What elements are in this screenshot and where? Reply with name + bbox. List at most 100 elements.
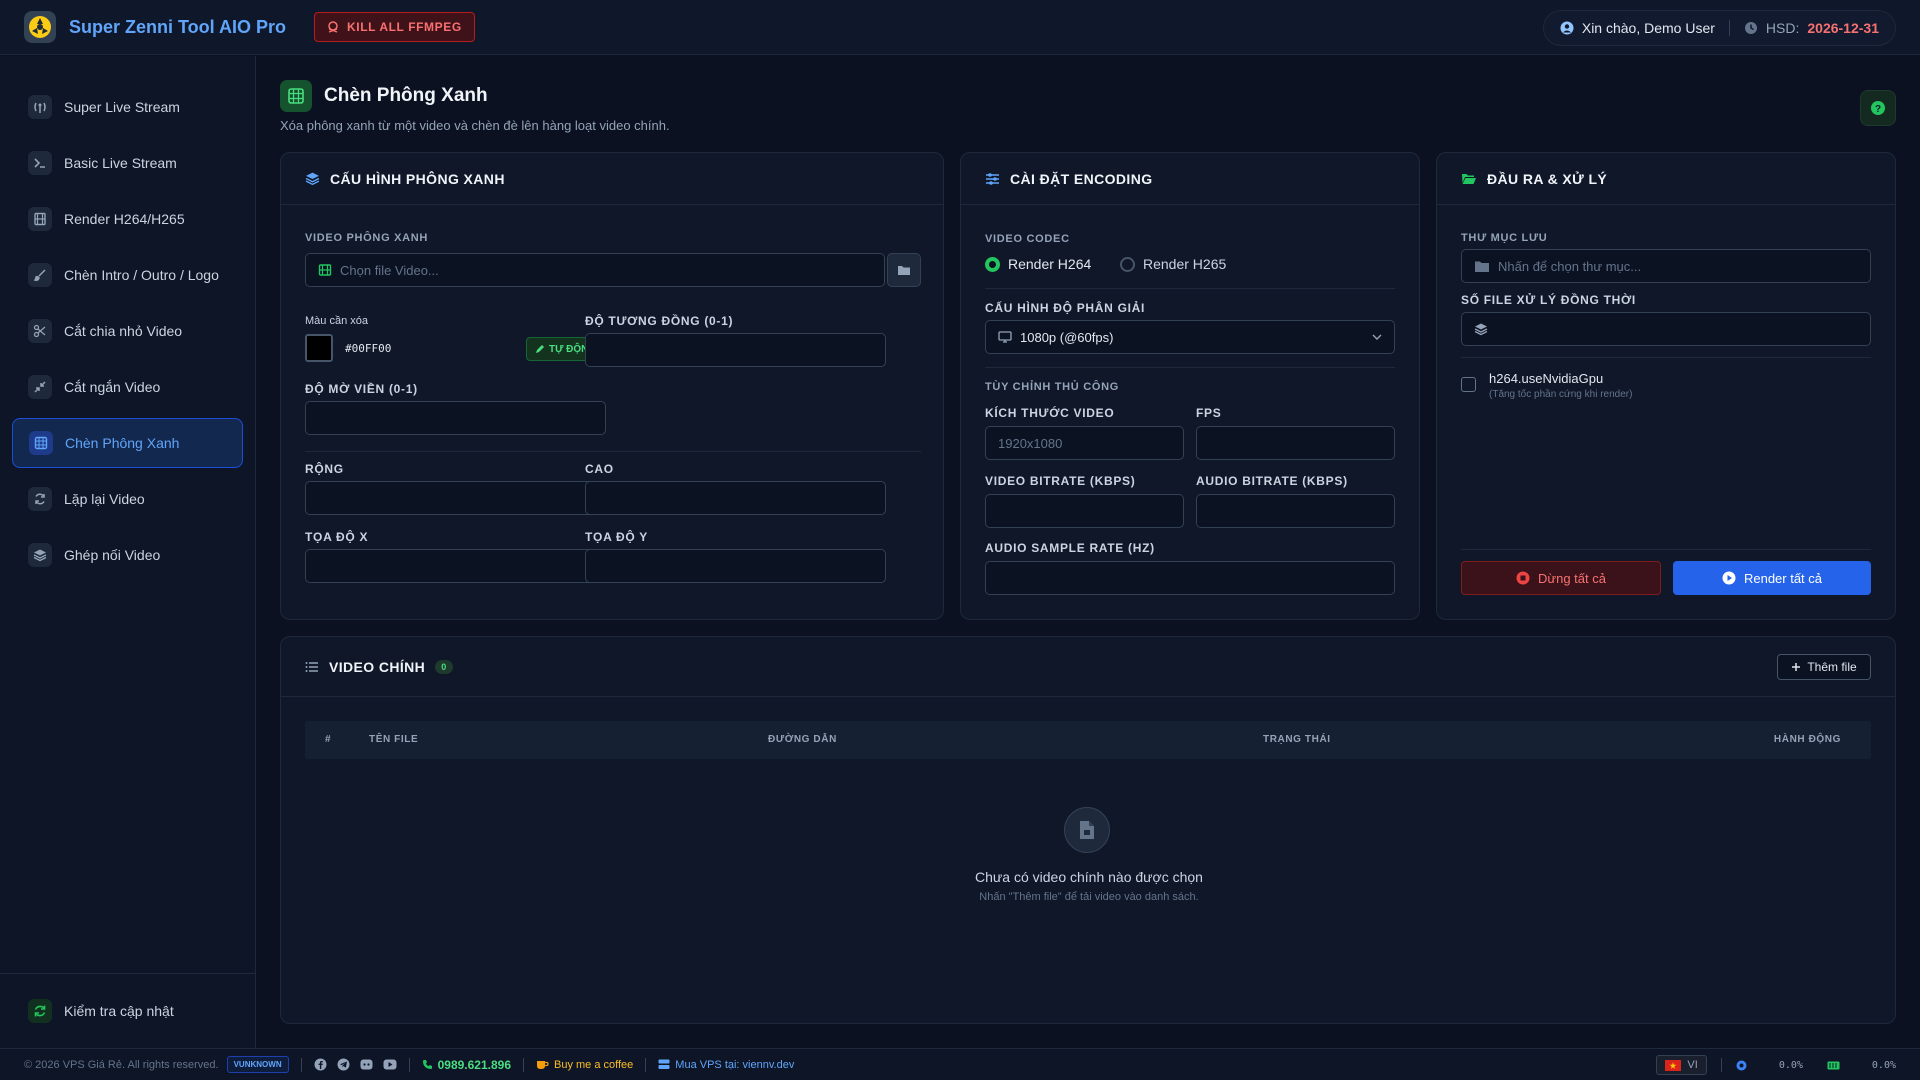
layers-icon [28, 543, 52, 567]
main-videos-card: VIDEO CHÍNH 0 Thêm file # TÊN FILE ĐƯỜNG… [280, 636, 1896, 1024]
sidebar-item-intro-outro-logo[interactable]: Chèn Intro / Outro / Logo [12, 250, 243, 300]
sidebar-item-render[interactable]: Render H264/H265 [12, 194, 243, 244]
stop-all-label: Dừng tất cả [1538, 570, 1606, 586]
app-title: Super Zenni Tool AIO Pro [69, 16, 287, 37]
brush-icon [28, 263, 52, 287]
sidebar-item-merge-video[interactable]: Ghép nối Video [12, 530, 243, 580]
repeat-icon [28, 487, 52, 511]
youtube-icon[interactable] [383, 1059, 397, 1070]
y-coord-input[interactable] [585, 549, 886, 583]
sidebar-divider [0, 973, 256, 974]
sidebar-item-label: Basic Live Stream [64, 155, 177, 171]
divider [985, 367, 1395, 368]
sidebar: Super Live Stream Basic Live Stream Rend… [0, 56, 256, 1048]
kill-all-ffmpeg-label: KILL ALL FFMPEG [347, 20, 462, 34]
discord-icon[interactable] [360, 1058, 373, 1071]
gpu-checkbox[interactable] [1461, 377, 1476, 392]
card-title: CẤU HÌNH PHÔNG XANH [330, 170, 505, 187]
table-header: # TÊN FILE ĐƯỜNG DẪN TRẠNG THÁI HÀNH ĐỘN… [305, 721, 1871, 759]
col-status: TRẠNG THÁI [1263, 734, 1331, 745]
concurrent-label: SỐ FILE XỬ LÝ ĐỒNG THỜI [1461, 293, 1636, 307]
sidebar-item-super-live-stream[interactable]: Super Live Stream [12, 82, 243, 132]
fps-label: FPS [1196, 406, 1222, 420]
server-icon [658, 1059, 670, 1070]
height-input[interactable] [585, 481, 886, 515]
status-area: VI 0.0% 0.0% [1656, 1055, 1896, 1075]
fps-input[interactable] [1196, 426, 1395, 460]
radio-h264[interactable]: Render H264 [985, 256, 1091, 272]
output-card: ĐẦU RA & XỬ LÝ THƯ MỤC LƯU Nhấn để chọn … [1436, 152, 1896, 620]
refresh-icon [28, 999, 52, 1023]
sample-rate-input[interactable] [985, 561, 1395, 595]
sidebar-item-label: Cắt ngắn Video [64, 379, 161, 395]
help-button[interactable]: ? [1860, 90, 1896, 126]
buy-coffee-link[interactable]: Buy me a coffee [554, 1059, 633, 1071]
gpu-hint: (Tăng tốc phần cứng khi render) [1489, 389, 1633, 400]
output-folder-label: THƯ MỤC LƯU [1461, 232, 1548, 244]
concurrent-input[interactable] [1461, 312, 1871, 346]
stop-all-button[interactable]: Dừng tất cả [1461, 561, 1661, 595]
sidebar-item-basic-live-stream[interactable]: Basic Live Stream [12, 138, 243, 188]
chevron-down-icon [1372, 334, 1382, 340]
audio-bitrate-input[interactable] [1196, 494, 1395, 528]
codec-label: VIDEO CODEC [985, 233, 1070, 245]
language-switch[interactable]: VI [1656, 1055, 1707, 1075]
sample-rate-label: AUDIO SAMPLE RATE (HZ) [985, 541, 1155, 555]
color-label: Màu cần xóa [305, 315, 368, 327]
sidebar-item-loop-video[interactable]: Lặp lại Video [12, 474, 243, 524]
greenscreen-video-placeholder: Chọn file Video... [340, 262, 439, 278]
video-size-input[interactable]: 1920x1080 [985, 426, 1184, 460]
page-title: Chèn Phông Xanh [324, 85, 488, 106]
x-coord-label: TỌA ĐỘ X [305, 530, 369, 544]
browse-video-button[interactable] [887, 253, 921, 287]
sidebar-item-chroma-key[interactable]: Chèn Phông Xanh [12, 418, 243, 468]
add-file-button[interactable]: Thêm file [1777, 654, 1871, 680]
kill-all-ffmpeg-button[interactable]: KILL ALL FFMPEG [314, 12, 475, 42]
folder-icon [897, 264, 911, 276]
chroma-key-page-icon [280, 80, 312, 112]
folder-open-icon [1461, 172, 1477, 185]
expiry-date: 2026-12-31 [1807, 20, 1879, 36]
telegram-icon[interactable] [337, 1058, 350, 1071]
ram-usage: 0.0% [1871, 1059, 1896, 1071]
output-folder-input[interactable]: Nhấn để chọn thư mục... [1461, 249, 1871, 283]
check-update-button[interactable]: Kiểm tra cập nhật [12, 986, 243, 1036]
video-bitrate-input[interactable] [985, 494, 1184, 528]
vps-link[interactable]: Mua VPS tại: viennv.dev [675, 1059, 794, 1071]
greenscreen-config-card: CẤU HÌNH PHÔNG XANH VIDEO PHÔNG XANH Chọ… [280, 152, 944, 620]
empty-file-icon [1064, 807, 1110, 853]
color-value: #00FF00 [345, 342, 392, 355]
card-header: CÀI ĐẶT ENCODING [961, 153, 1419, 205]
resolution-select[interactable]: 1080p (@60fps) [985, 320, 1395, 354]
empty-title: Chưa có video chính nào được chọn [975, 869, 1203, 885]
width-label: RỘNG [305, 462, 344, 476]
skull-icon [327, 21, 339, 33]
sidebar-item-label: Super Live Stream [64, 99, 180, 115]
radio-h265[interactable]: Render H265 [1120, 256, 1226, 272]
card-header: ĐẦU RA & XỬ LÝ [1437, 153, 1895, 205]
blend-input[interactable] [305, 401, 606, 435]
sidebar-item-trim-video[interactable]: Cắt ngắn Video [12, 362, 243, 412]
sidebar-item-split-video[interactable]: Cắt chia nhỏ Video [12, 306, 243, 356]
width-input[interactable] [305, 481, 606, 515]
similarity-input[interactable] [585, 333, 886, 367]
card-header: CẤU HÌNH PHÔNG XANH [281, 153, 943, 205]
render-all-button[interactable]: Render tất cả [1673, 561, 1871, 595]
resolution-value: 1080p (@60fps) [1020, 329, 1114, 345]
blend-label: ĐỘ MỜ VIỀN (0-1) [305, 382, 418, 396]
sidebar-item-label: Render H264/H265 [64, 211, 185, 227]
facebook-icon[interactable] [314, 1058, 327, 1071]
check-update-label: Kiểm tra cập nhật [64, 1003, 174, 1019]
col-path: ĐƯỜNG DẪN [768, 734, 837, 745]
page-subtitle: Xóa phông xanh từ một video và chèn đè l… [280, 118, 670, 133]
color-swatch[interactable] [305, 334, 333, 362]
col-index: # [325, 734, 332, 745]
phone-number[interactable]: 0989.621.896 [438, 1058, 511, 1072]
x-coord-input[interactable] [305, 549, 606, 583]
resolution-label: CẤU HÌNH ĐỘ PHÂN GIẢI [985, 301, 1146, 315]
list-icon [305, 661, 319, 673]
sidebar-item-label: Ghép nối Video [64, 547, 161, 563]
greenscreen-video-input[interactable]: Chọn file Video... [305, 253, 885, 287]
divider [1461, 549, 1871, 550]
height-label: CAO [585, 462, 614, 476]
